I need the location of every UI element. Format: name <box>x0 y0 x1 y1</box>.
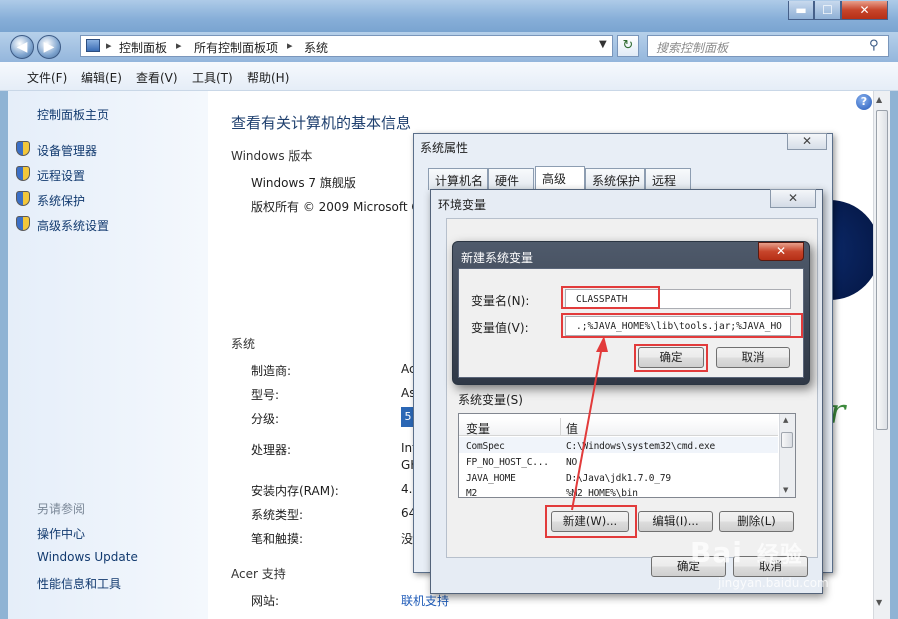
website-label: 网站: <box>251 594 280 608</box>
field-label: 制造商: <box>251 364 292 378</box>
system-section-title: 系统 <box>231 337 256 351</box>
sidebar-see-also-title: 另请参阅 <box>37 502 86 516</box>
new-variable-close-button[interactable]: ✕ <box>758 242 804 261</box>
menu-help[interactable]: 帮助(H) <box>247 69 289 86</box>
table-row-name[interactable]: M2 <box>466 488 477 497</box>
sidebar-item-remote-settings[interactable]: 远程设置 <box>37 167 85 184</box>
column-header-variable[interactable]: 变量 <box>466 420 490 437</box>
delete-variable-button[interactable]: 删除(L) <box>719 511 794 532</box>
menu-file[interactable]: 文件(F) <box>27 69 67 86</box>
menu-bar <box>0 62 898 91</box>
support-section-title: Acer 支持 <box>231 567 286 581</box>
sidebar-home-link[interactable]: 控制面板主页 <box>37 106 109 123</box>
copyright-text: 版权所有 © 2009 Microsoft C <box>251 200 413 214</box>
tab-advanced[interactable]: 高级 <box>535 166 585 190</box>
control-panel-icon <box>86 39 100 52</box>
sidebar-action-center-link[interactable]: 操作中心 <box>37 525 85 542</box>
sidebar-windows-update-link[interactable]: Windows Update <box>37 550 138 564</box>
new-variable-cancel-button[interactable]: 取消 <box>716 347 790 368</box>
breadcrumb-separator-icon: ▸ <box>287 39 293 52</box>
table-scrollbar-thumb[interactable] <box>781 432 793 448</box>
table-scroll-up-icon[interactable]: ▲ <box>783 416 788 424</box>
field-label: 笔和触摸: <box>251 532 304 546</box>
window-titlebar[interactable] <box>0 0 898 32</box>
maximize-button[interactable]: ☐ <box>814 1 841 20</box>
menu-tools[interactable]: 工具(T) <box>192 69 233 86</box>
system-properties-title: 系统属性 <box>420 141 469 155</box>
field-label: 安装内存(RAM): <box>251 484 339 498</box>
highlight-variable-name <box>561 286 660 309</box>
tab-system-protection[interactable]: 系统保护 <box>585 168 645 190</box>
minimize-button[interactable]: ▬ <box>788 1 814 20</box>
menu-view[interactable]: 查看(V) <box>136 69 178 86</box>
edition-value: Windows 7 旗舰版 <box>251 176 356 190</box>
shield-icon <box>16 166 30 181</box>
system-properties-close-button[interactable]: ✕ <box>787 133 827 150</box>
close-window-button[interactable]: ✕ <box>841 1 888 20</box>
refresh-icon[interactable]: ↻ <box>617 35 639 57</box>
sidebar-item-system-protection[interactable]: 系统保护 <box>37 192 85 209</box>
shield-icon <box>16 191 30 206</box>
new-system-variable-title: 新建系统变量 <box>461 251 534 265</box>
shield-icon <box>16 216 30 231</box>
menu-edit[interactable]: 编辑(E) <box>81 69 122 86</box>
field-label: 系统类型: <box>251 508 304 522</box>
field-label: 型号: <box>251 388 280 402</box>
environment-variables-title: 环境变量 <box>438 198 487 212</box>
environment-variables-close-button[interactable]: ✕ <box>770 189 816 208</box>
scroll-down-icon[interactable]: ▼ <box>876 598 882 607</box>
page-title: 查看有关计算机的基本信息 <box>231 114 412 132</box>
sidebar-item-advanced-settings[interactable]: 高级系统设置 <box>37 217 109 234</box>
forward-button[interactable]: ▶ <box>37 35 61 59</box>
edit-variable-button[interactable]: 编辑(I)... <box>638 511 713 532</box>
field-label: 处理器: <box>251 443 292 457</box>
breadcrumb-control-panel[interactable]: 控制面板 <box>119 39 167 56</box>
tab-hardware[interactable]: 硬件 <box>488 168 534 190</box>
table-row-name[interactable]: ComSpec <box>466 441 505 452</box>
highlight-ok-button <box>634 344 708 372</box>
address-dropdown-icon[interactable]: ▼ <box>599 39 607 50</box>
help-icon[interactable]: ? <box>856 94 872 110</box>
variable-value-label: 变量值(V): <box>471 321 529 335</box>
search-input[interactable]: 搜索控制面板 <box>647 35 889 57</box>
breadcrumb-separator-icon: ▸ <box>106 39 112 52</box>
annotation-arrow <box>571 336 608 511</box>
table-scroll-down-icon[interactable]: ▼ <box>783 486 788 494</box>
breadcrumb-system[interactable]: 系统 <box>304 39 328 56</box>
shield-icon <box>16 141 30 156</box>
online-support-link[interactable]: 联机支持 <box>401 592 449 609</box>
field-value: 没 <box>401 532 414 546</box>
breadcrumb-separator-icon: ▸ <box>176 39 182 52</box>
back-button[interactable]: ◀ <box>10 35 34 59</box>
table-row-name[interactable]: FP_NO_HOST_C... <box>466 457 549 468</box>
edition-section-title: Windows 版本 <box>231 149 313 163</box>
address-bar[interactable]: ▸ 控制面板 ▸ 所有控制面板项 ▸ 系统 ▼ <box>80 35 613 57</box>
table-row-name[interactable]: JAVA_HOME <box>466 473 516 484</box>
variable-name-label: 变量名(N): <box>471 294 530 308</box>
watermark-url: jingyan.baidu.com <box>718 576 829 590</box>
search-icon[interactable]: ⚲ <box>869 38 879 53</box>
sidebar-performance-link[interactable]: 性能信息和工具 <box>37 575 121 592</box>
table-scrollbar[interactable] <box>779 414 795 497</box>
field-label: 分级: <box>251 412 280 426</box>
scroll-up-icon[interactable]: ▲ <box>876 95 882 104</box>
watermark-logo: Bai 经验 <box>690 536 803 569</box>
system-variables-label: 系统变量(S) <box>458 393 523 407</box>
sidebar-item-device-manager[interactable]: 设备管理器 <box>37 142 97 159</box>
scrollbar-thumb[interactable] <box>876 110 888 430</box>
breadcrumb-all-items[interactable]: 所有控制面板项 <box>194 39 278 56</box>
tab-remote[interactable]: 远程 <box>645 168 691 190</box>
tab-computer-name[interactable]: 计算机名 <box>428 168 488 190</box>
